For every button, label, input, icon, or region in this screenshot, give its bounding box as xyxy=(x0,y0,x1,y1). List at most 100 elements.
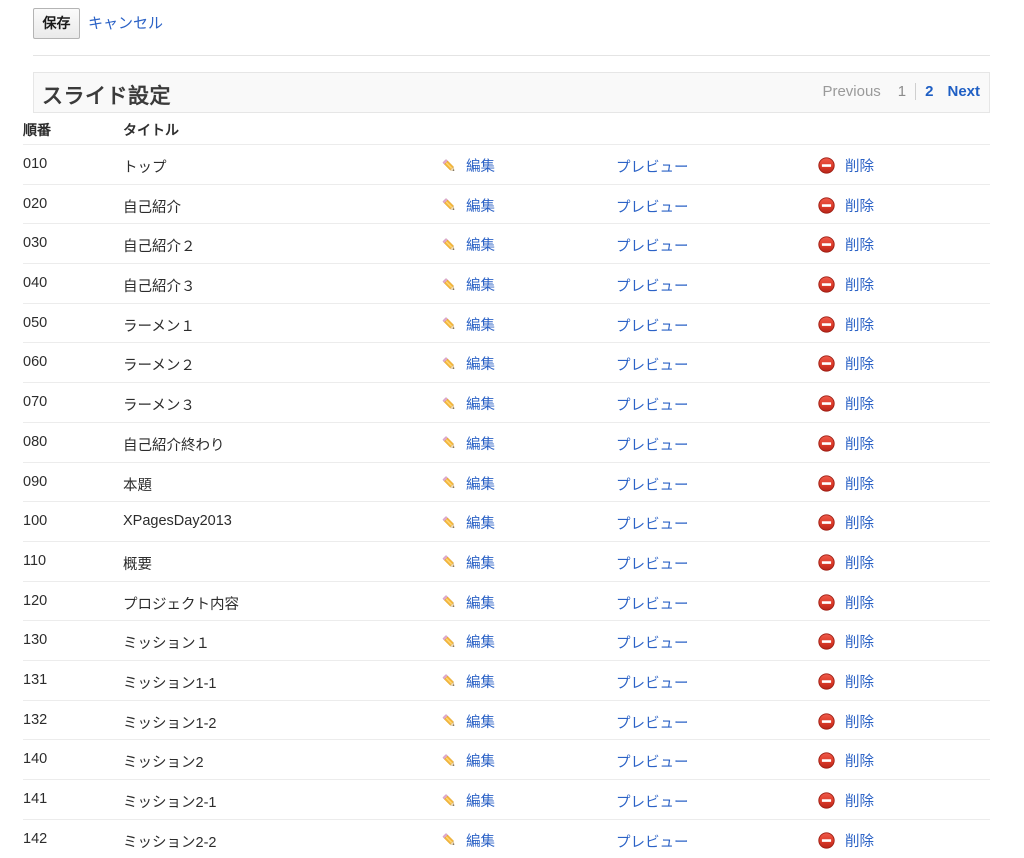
delete-action[interactable]: 削除 xyxy=(818,711,874,732)
edit-link[interactable]: 編集 xyxy=(466,314,495,335)
delete-action[interactable]: 削除 xyxy=(818,790,874,811)
delete-link[interactable]: 削除 xyxy=(845,512,874,533)
delete-action[interactable]: 削除 xyxy=(818,274,874,295)
delete-action[interactable]: 削除 xyxy=(818,234,874,255)
delete-action[interactable]: 削除 xyxy=(818,433,874,454)
delete-action[interactable]: 削除 xyxy=(818,750,874,771)
delete-action[interactable]: 削除 xyxy=(818,552,874,573)
delete-link[interactable]: 削除 xyxy=(845,552,874,573)
pagination-next[interactable]: Next xyxy=(942,83,982,100)
delete-link[interactable]: 削除 xyxy=(845,671,874,692)
edit-action[interactable]: 編集 xyxy=(440,393,495,414)
preview-link[interactable]: プレビュー xyxy=(616,354,689,375)
edit-action[interactable]: 編集 xyxy=(440,592,495,613)
delete-link[interactable]: 削除 xyxy=(845,592,874,613)
edit-link[interactable]: 編集 xyxy=(466,552,495,573)
delete-action[interactable]: 削除 xyxy=(818,195,874,216)
delete-link[interactable]: 削除 xyxy=(845,631,874,652)
delete-link[interactable]: 削除 xyxy=(845,274,874,295)
delete-link[interactable]: 削除 xyxy=(845,790,874,811)
edit-action[interactable]: 編集 xyxy=(440,155,495,176)
preview-link[interactable]: プレビュー xyxy=(616,196,689,217)
edit-link[interactable]: 編集 xyxy=(466,671,495,692)
delete-link[interactable]: 削除 xyxy=(845,433,874,454)
preview-link[interactable]: プレビュー xyxy=(616,593,689,614)
delete-link[interactable]: 削除 xyxy=(845,195,874,216)
cancel-link[interactable]: キャンセル xyxy=(88,12,163,33)
preview-link[interactable]: プレビュー xyxy=(616,791,689,812)
edit-action[interactable]: 編集 xyxy=(440,512,495,533)
delete-action[interactable]: 削除 xyxy=(818,512,874,533)
preview-link[interactable]: プレビュー xyxy=(616,712,689,733)
delete-link[interactable]: 削除 xyxy=(845,393,874,414)
edit-link[interactable]: 編集 xyxy=(466,473,495,494)
pencil-icon xyxy=(440,355,458,373)
delete-action[interactable]: 削除 xyxy=(818,473,874,494)
edit-link[interactable]: 編集 xyxy=(466,512,495,533)
edit-link[interactable]: 編集 xyxy=(466,830,495,851)
preview-link[interactable]: プレビュー xyxy=(616,831,689,852)
delete-action[interactable]: 削除 xyxy=(818,393,874,414)
preview-link[interactable]: プレビュー xyxy=(616,235,689,256)
cell-order: 080 xyxy=(23,433,48,450)
delete-action[interactable]: 削除 xyxy=(818,830,874,851)
edit-action[interactable]: 編集 xyxy=(440,830,495,851)
delete-link[interactable]: 削除 xyxy=(845,234,874,255)
edit-link[interactable]: 編集 xyxy=(466,433,495,454)
pagination-page-1[interactable]: 1 xyxy=(889,83,915,100)
edit-action[interactable]: 編集 xyxy=(440,314,495,335)
edit-action[interactable]: 編集 xyxy=(440,234,495,255)
delete-link[interactable]: 削除 xyxy=(845,314,874,335)
delete-action[interactable]: 削除 xyxy=(818,314,874,335)
edit-link[interactable]: 編集 xyxy=(466,195,495,216)
preview-link[interactable]: プレビュー xyxy=(616,315,689,336)
preview-link[interactable]: プレビュー xyxy=(616,632,689,653)
edit-action[interactable]: 編集 xyxy=(440,671,495,692)
delete-link[interactable]: 削除 xyxy=(845,473,874,494)
delete-action[interactable]: 削除 xyxy=(818,592,874,613)
edit-link[interactable]: 編集 xyxy=(466,711,495,732)
preview-link[interactable]: プレビュー xyxy=(616,513,689,534)
delete-link[interactable]: 削除 xyxy=(845,750,874,771)
preview-link[interactable]: プレビュー xyxy=(616,474,689,495)
delete-link[interactable]: 削除 xyxy=(845,155,874,176)
cell-order: 070 xyxy=(23,394,48,411)
pagination-previous[interactable]: Previous xyxy=(822,83,888,100)
edit-link[interactable]: 編集 xyxy=(466,155,495,176)
edit-action[interactable]: 編集 xyxy=(440,552,495,573)
preview-link[interactable]: プレビュー xyxy=(616,751,689,772)
edit-action[interactable]: 編集 xyxy=(440,790,495,811)
edit-action[interactable]: 編集 xyxy=(440,433,495,454)
edit-link[interactable]: 編集 xyxy=(466,631,495,652)
edit-action[interactable]: 編集 xyxy=(440,711,495,732)
preview-link[interactable]: プレビュー xyxy=(616,553,689,574)
preview-link[interactable]: プレビュー xyxy=(616,156,689,177)
edit-action[interactable]: 編集 xyxy=(440,631,495,652)
delete-link[interactable]: 削除 xyxy=(845,353,874,374)
preview-link[interactable]: プレビュー xyxy=(616,394,689,415)
preview-link[interactable]: プレビュー xyxy=(616,275,689,296)
save-button[interactable]: 保存 xyxy=(33,8,80,39)
preview-link[interactable]: プレビュー xyxy=(616,434,689,455)
edit-action[interactable]: 編集 xyxy=(440,353,495,374)
cell-order: 131 xyxy=(23,671,48,688)
pagination-page-2[interactable]: 2 xyxy=(916,83,942,100)
delete-action[interactable]: 削除 xyxy=(818,631,874,652)
delete-action[interactable]: 削除 xyxy=(818,671,874,692)
delete-action[interactable]: 削除 xyxy=(818,353,874,374)
edit-link[interactable]: 編集 xyxy=(466,393,495,414)
edit-link[interactable]: 編集 xyxy=(466,750,495,771)
edit-link[interactable]: 編集 xyxy=(466,274,495,295)
edit-link[interactable]: 編集 xyxy=(466,353,495,374)
edit-action[interactable]: 編集 xyxy=(440,195,495,216)
edit-link[interactable]: 編集 xyxy=(466,592,495,613)
edit-action[interactable]: 編集 xyxy=(440,473,495,494)
delete-link[interactable]: 削除 xyxy=(845,830,874,851)
edit-link[interactable]: 編集 xyxy=(466,790,495,811)
edit-link[interactable]: 編集 xyxy=(466,234,495,255)
edit-action[interactable]: 編集 xyxy=(440,274,495,295)
preview-link[interactable]: プレビュー xyxy=(616,672,689,693)
edit-action[interactable]: 編集 xyxy=(440,750,495,771)
delete-action[interactable]: 削除 xyxy=(818,155,874,176)
delete-link[interactable]: 削除 xyxy=(845,711,874,732)
